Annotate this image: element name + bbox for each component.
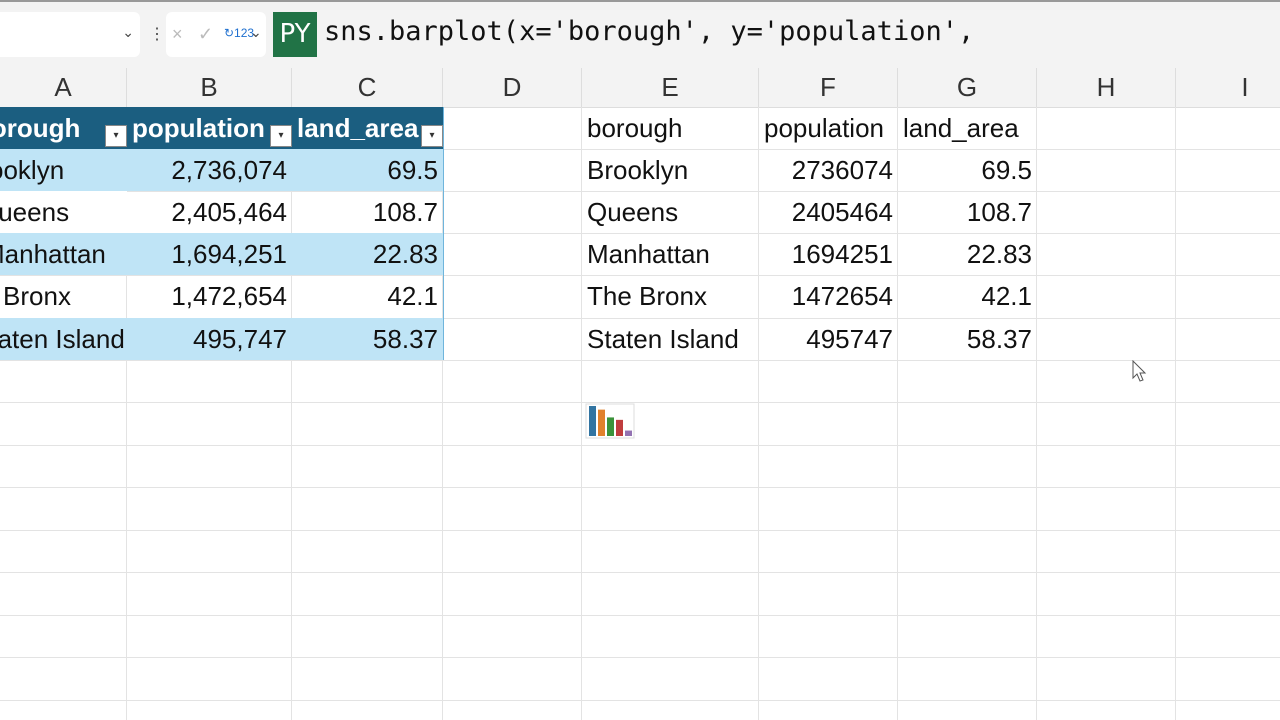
table-cell[interactable]: Queens <box>0 191 127 233</box>
table-cell[interactable]: 1,472,654 <box>127 275 292 317</box>
range-cell[interactable]: Manhattan <box>582 233 759 275</box>
mouse-cursor-icon <box>1132 360 1147 382</box>
table-cell[interactable]: Staten Island <box>0 318 127 360</box>
table-cell[interactable]: 22.83 <box>292 233 443 275</box>
column-header-i[interactable]: I <box>1176 68 1280 107</box>
range-cell[interactable]: 1472654 <box>759 275 898 317</box>
excel-table: borough population land_area ▾ ▾ ▾ Brook… <box>0 107 444 360</box>
column-header-g[interactable]: G <box>898 68 1037 107</box>
range-cell[interactable]: Brooklyn <box>582 149 759 191</box>
range-cell[interactable]: Staten Island <box>582 318 759 360</box>
column-header-d[interactable]: D <box>443 68 582 107</box>
range-cell[interactable]: 108.7 <box>898 191 1037 233</box>
table-cell[interactable]: 69.5 <box>292 149 443 191</box>
range-cell[interactable]: 1694251 <box>759 233 898 275</box>
python-badge[interactable]: PY <box>273 12 317 57</box>
column-headers: A B C D E F G H I <box>0 68 1280 108</box>
range-cell[interactable]: The Bronx <box>582 275 759 317</box>
column-header-a[interactable]: A <box>0 68 127 107</box>
table-cell[interactable]: The Bronx <box>0 275 127 317</box>
range-cell[interactable]: 42.1 <box>898 275 1037 317</box>
table-cell[interactable]: 2,405,464 <box>127 191 292 233</box>
range-header[interactable]: borough <box>582 107 759 149</box>
range-cell[interactable]: 58.37 <box>898 318 1037 360</box>
table-cell[interactable]: Brooklyn <box>0 149 127 191</box>
table-cell[interactable]: 1,694,251 <box>127 233 292 275</box>
thumbnail-bar <box>625 430 632 436</box>
chevron-down-icon[interactable]: ⌄ <box>122 24 134 41</box>
range-header[interactable]: population <box>759 107 909 149</box>
thumbnail-bar <box>616 419 623 436</box>
range-cell[interactable]: Queens <box>582 191 759 233</box>
chevron-down-icon[interactable]: ⌄ <box>250 24 262 41</box>
table-cell[interactable]: 42.1 <box>292 275 443 317</box>
thumbnail-bar <box>598 409 605 436</box>
range-cell[interactable]: 495747 <box>759 318 898 360</box>
name-box[interactable]: ⌄ <box>0 12 140 57</box>
table-header-population[interactable]: population <box>127 107 292 149</box>
thumbnail-bar <box>589 406 596 436</box>
cancel-icon[interactable]: × <box>172 24 183 45</box>
column-header-c[interactable]: C <box>292 68 443 107</box>
formula-bar: ⌄ ⋮ × ✓ ↻123 ⌄ PY sns.barplot(x='borough… <box>0 0 1280 70</box>
table-cell[interactable]: 2,736,074 <box>127 149 292 191</box>
formula-buttons: × ✓ ↻123 ⌄ <box>166 12 266 57</box>
range-cell[interactable]: 2405464 <box>759 191 898 233</box>
column-header-b[interactable]: B <box>127 68 292 107</box>
table-cell[interactable]: 58.37 <box>292 318 443 360</box>
table-cell[interactable]: Manhattan <box>0 233 127 275</box>
filter-dropdown-icon[interactable]: ▾ <box>421 125 443 147</box>
column-header-e[interactable]: E <box>582 68 759 107</box>
filter-dropdown-icon[interactable]: ▾ <box>270 125 292 147</box>
enter-icon[interactable]: ✓ <box>198 24 213 45</box>
range-header[interactable]: land_area <box>898 107 1037 149</box>
formula-input[interactable]: sns.barplot(x='borough', y='population', <box>324 16 974 47</box>
range-cell[interactable]: 69.5 <box>898 149 1037 191</box>
column-header-h[interactable]: H <box>1037 68 1176 107</box>
filter-dropdown-icon[interactable]: ▾ <box>105 125 127 147</box>
table-cell[interactable]: 108.7 <box>292 191 443 233</box>
barplot-thumbnail[interactable] <box>584 402 636 442</box>
range-cell[interactable]: 22.83 <box>898 233 1037 275</box>
thumbnail-bar <box>607 417 614 436</box>
range-cell[interactable]: 2736074 <box>759 149 898 191</box>
column-header-f[interactable]: F <box>759 68 898 107</box>
more-icon[interactable]: ⋮ <box>149 24 165 44</box>
table-cell[interactable]: 495,747 <box>127 318 292 360</box>
